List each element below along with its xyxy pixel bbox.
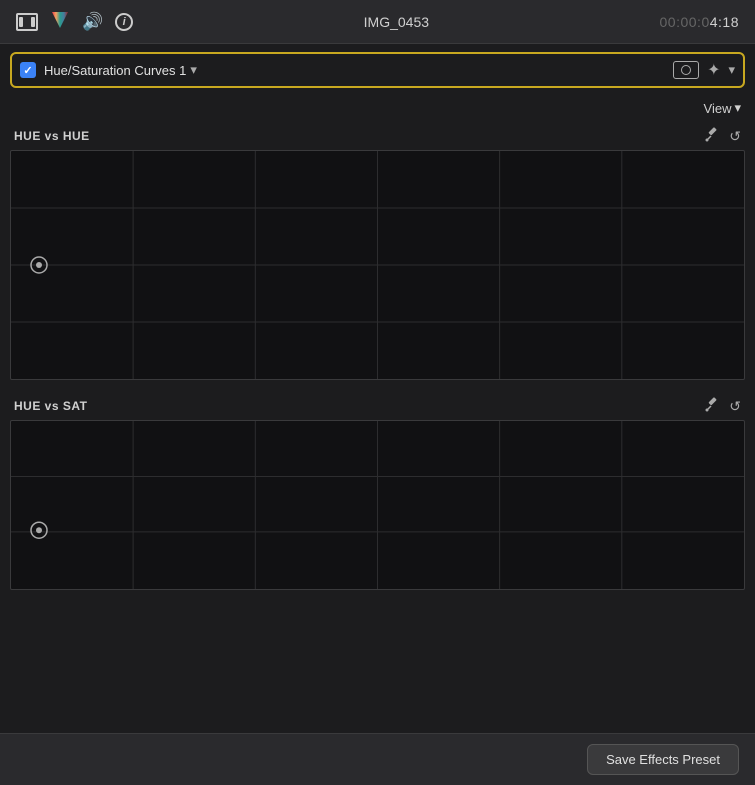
save-effects-preset-button[interactable]: Save Effects Preset bbox=[587, 744, 739, 775]
effect-row: Hue/Saturation Curves 1 ▾ ✦ ▾ bbox=[10, 52, 745, 88]
eyedropper-icon-hue-hue[interactable] bbox=[705, 126, 721, 146]
hue-vs-sat-header: HUE vs SAT ↺ bbox=[10, 390, 745, 420]
hue-vs-sat-title: HUE vs SAT bbox=[14, 399, 87, 413]
top-bar-left: 🔊 i bbox=[16, 10, 133, 33]
effect-name-label: Hue/Saturation Curves 1 bbox=[44, 63, 186, 78]
view-label: View bbox=[704, 101, 732, 116]
hue-vs-hue-title: HUE vs HUE bbox=[14, 129, 90, 143]
eyedropper-icon-hue-sat[interactable] bbox=[705, 396, 721, 416]
hue-vs-hue-graph[interactable] bbox=[10, 150, 745, 380]
effect-dropdown-chevron[interactable]: ▾ bbox=[190, 62, 197, 78]
view-row: View ▾ bbox=[0, 96, 755, 120]
bottom-bar: Save Effects Preset bbox=[0, 733, 755, 785]
view-chevron: ▾ bbox=[734, 100, 741, 116]
reset-icon-hue-hue[interactable]: ↺ bbox=[729, 128, 741, 145]
timecode-highlight: 4:18 bbox=[710, 14, 739, 30]
color-icon[interactable] bbox=[50, 10, 70, 33]
timecode: 00:00:04:18 bbox=[660, 14, 739, 30]
effect-actions: ✦ ▾ bbox=[673, 60, 735, 80]
mask-icon[interactable] bbox=[673, 61, 699, 79]
dropdown-chevron-icon[interactable]: ▾ bbox=[728, 62, 735, 78]
hue-vs-hue-header: HUE vs HUE ↺ bbox=[10, 120, 745, 150]
timecode-prefix: 00:00:0 bbox=[660, 14, 710, 30]
hue-vs-sat-actions: ↺ bbox=[705, 396, 741, 416]
file-name: IMG_0453 bbox=[364, 14, 429, 30]
view-button[interactable]: View ▾ bbox=[704, 100, 741, 116]
info-icon[interactable]: i bbox=[115, 13, 133, 31]
effect-name: Hue/Saturation Curves 1 ▾ bbox=[44, 62, 665, 78]
effect-enabled-checkbox[interactable] bbox=[20, 62, 36, 78]
hue-vs-hue-actions: ↺ bbox=[705, 126, 741, 146]
hue-vs-hue-section: HUE vs HUE ↺ bbox=[10, 120, 745, 380]
film-icon[interactable] bbox=[16, 13, 38, 31]
audio-icon[interactable]: 🔊 bbox=[82, 12, 103, 32]
hue-vs-sat-graph[interactable] bbox=[10, 420, 745, 590]
reset-icon-hue-sat[interactable]: ↺ bbox=[729, 398, 741, 415]
hue-vs-sat-section: HUE vs SAT ↺ bbox=[10, 390, 745, 590]
hue-vs-hue-svg bbox=[11, 151, 744, 379]
top-bar: 🔊 i IMG_0453 00:00:04:18 bbox=[0, 0, 755, 44]
hue-vs-sat-svg bbox=[11, 421, 744, 589]
magic-icon[interactable]: ✦ bbox=[707, 60, 720, 80]
